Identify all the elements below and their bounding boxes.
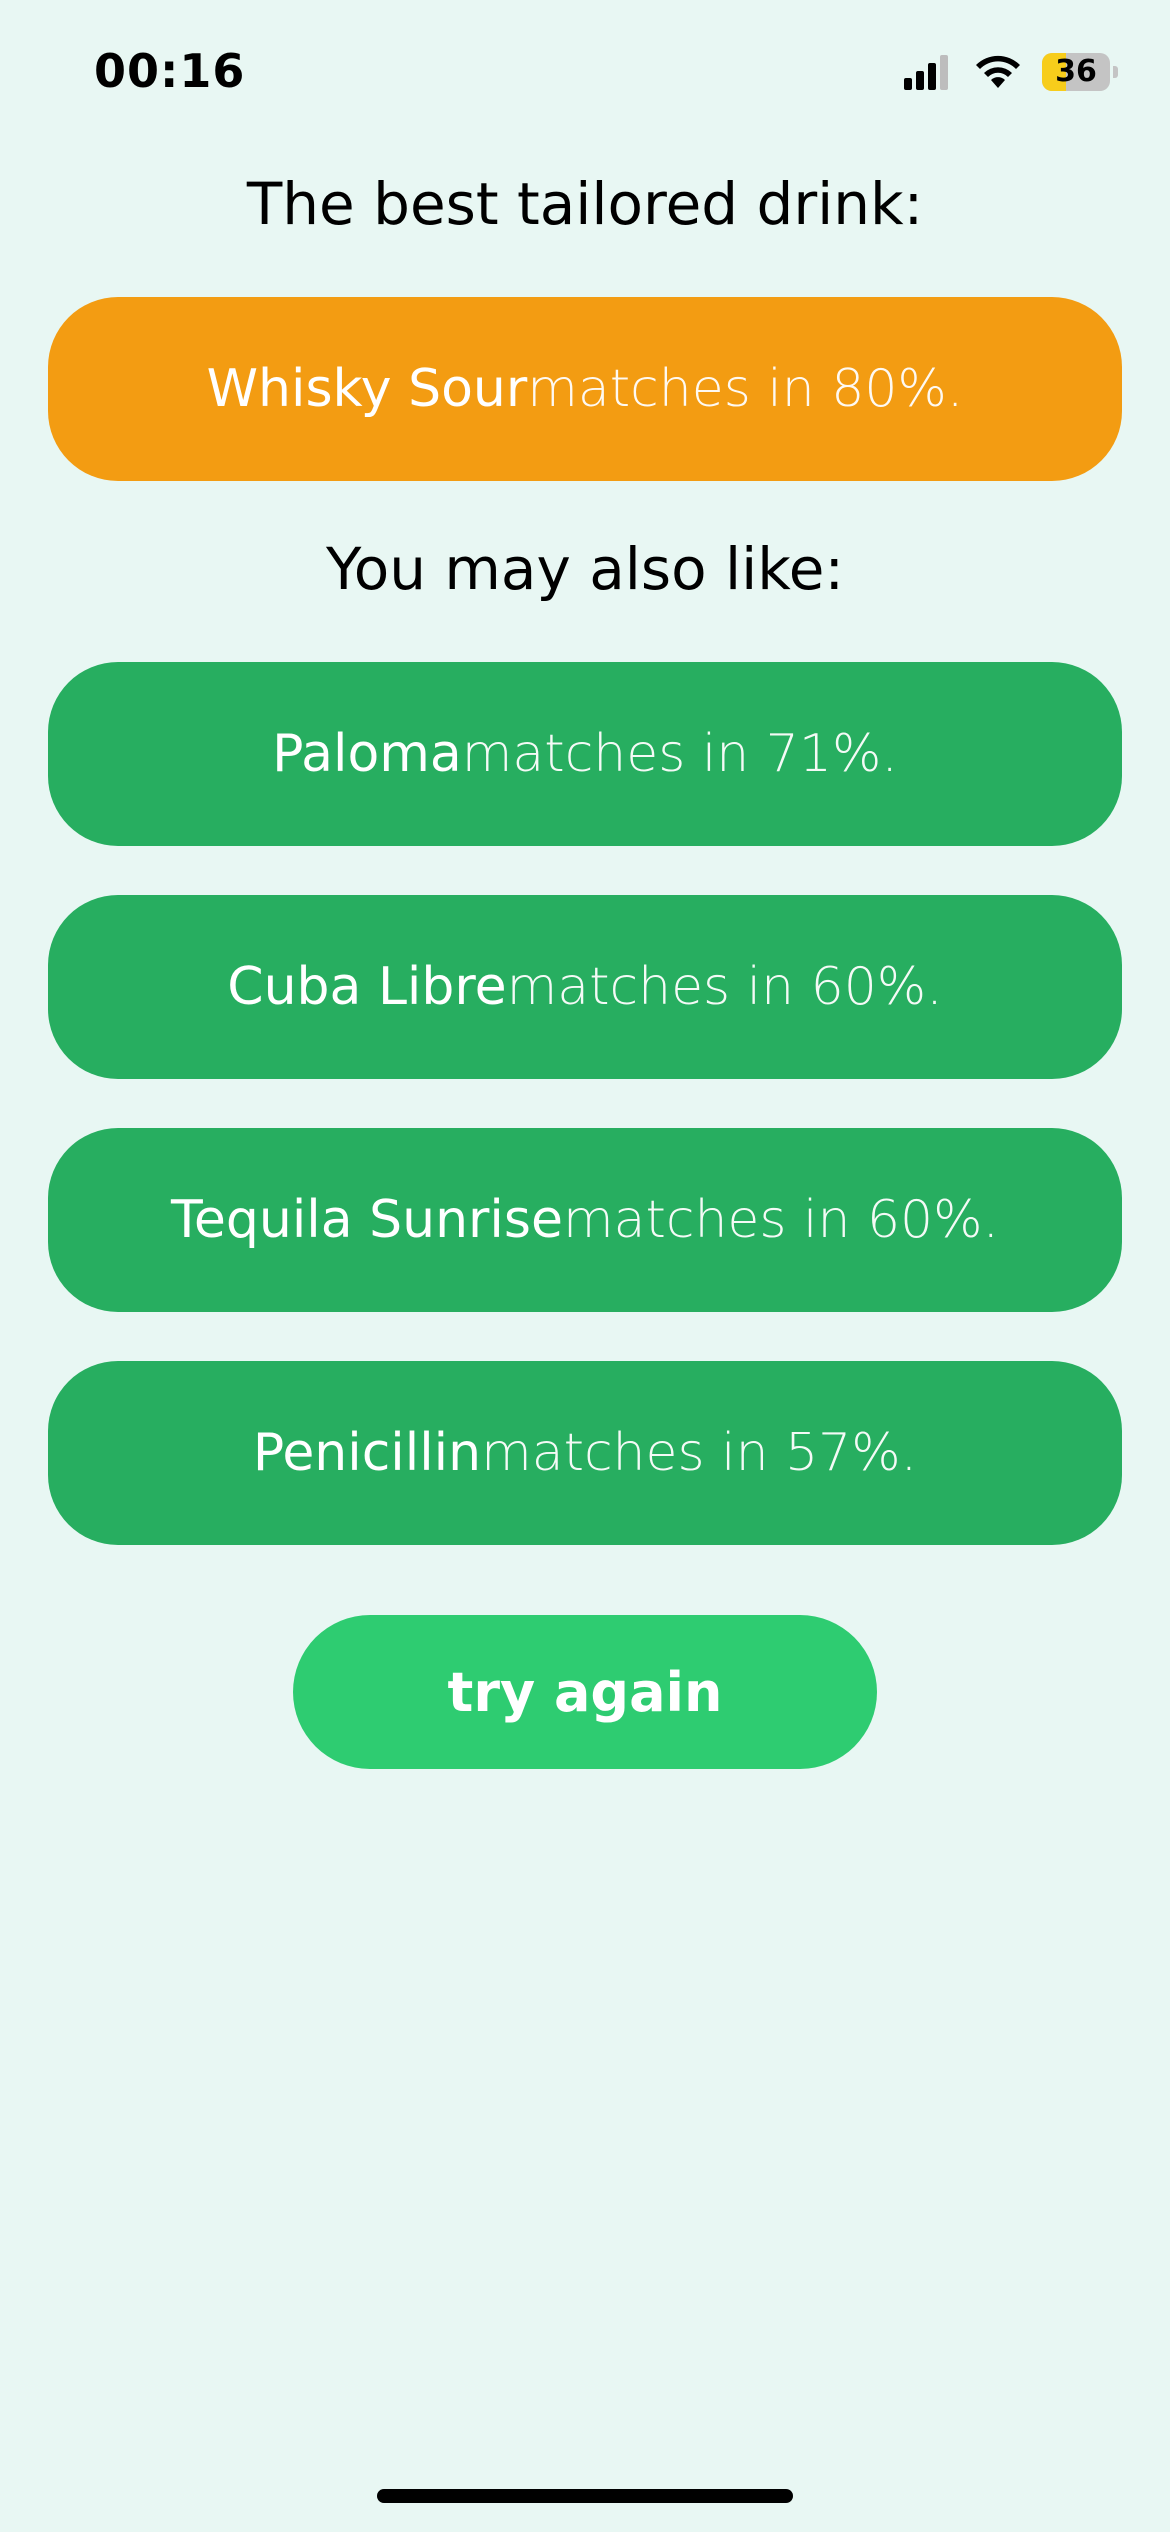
suggestion-pill-paloma[interactable]: Paloma matches in 71%. [48,662,1122,846]
try-again-button[interactable]: try again [293,1615,877,1769]
drink-name: Whisky Sour [206,359,528,419]
battery-icon: 36 [1042,53,1118,91]
status-icons: 36 [904,50,1118,94]
wifi-icon [974,54,1022,90]
best-drink-pill[interactable]: Whisky Sour matches in 80%. [48,297,1122,481]
suggestion-pill-cuba-libre[interactable]: Cuba Libre matches in 60%. [48,895,1122,1079]
suggestion-pill-penicillin[interactable]: Penicillin matches in 57%. [48,1361,1122,1545]
drink-match-text: matches in 60%. [562,1190,1000,1250]
suggestion-pill-tequila-sunrise[interactable]: Tequila Sunrise matches in 60%. [48,1128,1122,1312]
also-like-heading: You may also like: [326,535,844,603]
drink-match-text: matches in 57%. [481,1423,918,1483]
drink-name: Cuba Libre [227,957,507,1017]
drink-match-text: matches in 60%. [506,957,943,1017]
battery-nub [1113,66,1118,78]
drink-match-text: matches in 71%. [461,724,898,784]
home-indicator[interactable] [377,2489,793,2503]
drink-name: Paloma [272,724,462,784]
best-drink-heading: The best tailored drink: [246,170,924,238]
cellular-signal-icon [904,54,954,90]
battery-level: 36 [1055,54,1097,89]
drink-match-text: matches in 80%. [527,359,964,419]
status-time: 00:16 [94,44,246,98]
status-bar: 00:16 36 [0,0,1170,150]
drink-name: Tequila Sunrise [170,1190,563,1250]
drink-name: Penicillin [252,1423,482,1483]
battery-body: 36 [1042,53,1110,91]
